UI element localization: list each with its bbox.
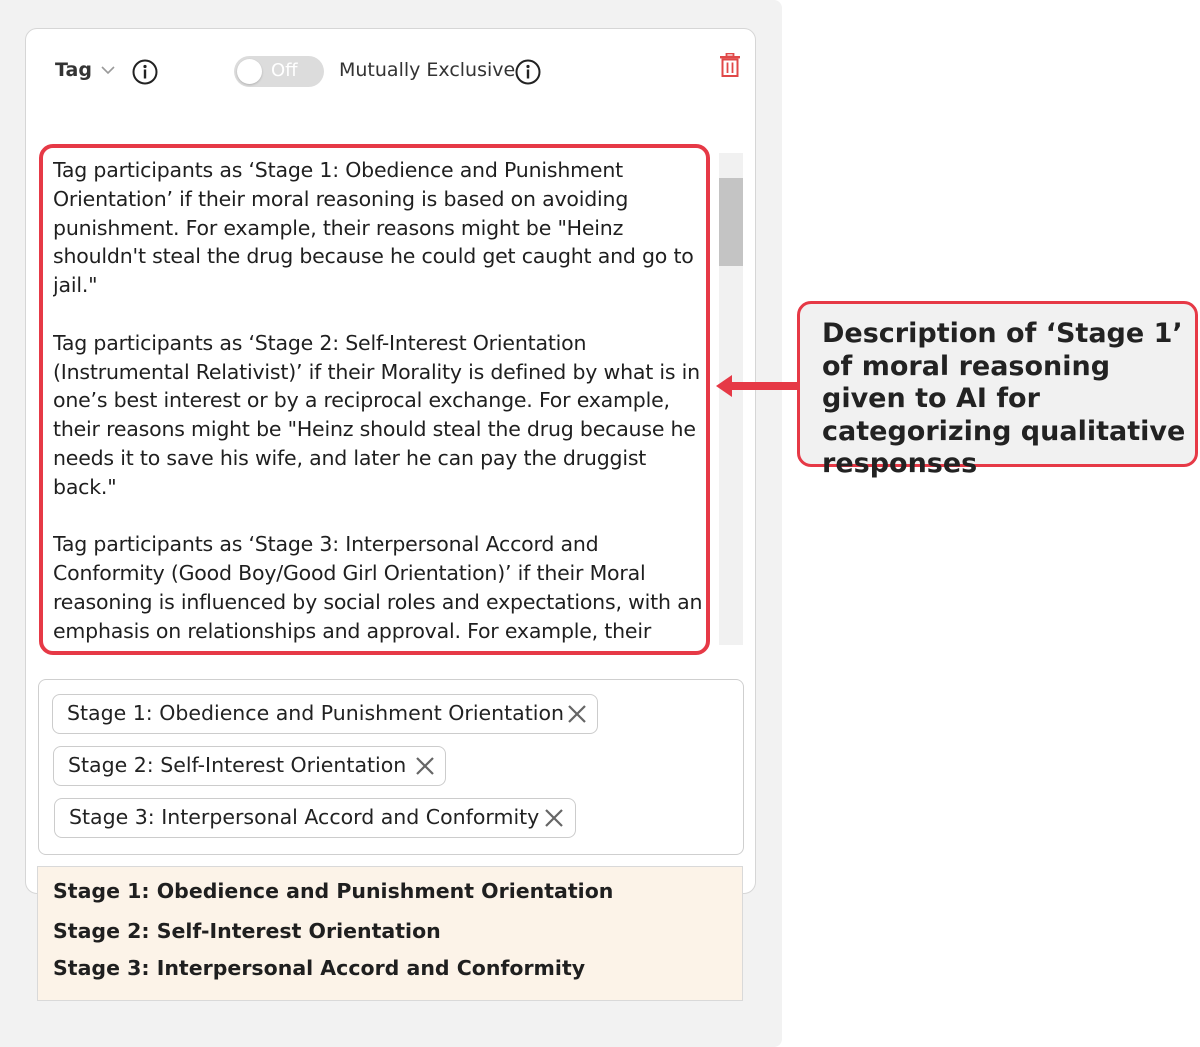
tag-chip: Stage 1: Obedience and Punishment Orient… — [52, 694, 598, 734]
arrow-left-icon — [716, 375, 800, 397]
close-icon[interactable] — [567, 704, 587, 724]
annotation-callout-text: Description of ‘Stage 1’ of moral reason… — [822, 318, 1186, 479]
info-icon[interactable] — [515, 59, 541, 85]
summary-item: Stage 3: Interpersonal Accord and Confor… — [53, 956, 586, 980]
summary-item: Stage 1: Obedience and Punishment Orient… — [53, 879, 614, 903]
tag-card-header: Tag Off Mutually Exclusive — [26, 29, 755, 119]
close-icon[interactable] — [544, 808, 564, 828]
scrollbar-thumb[interactable] — [719, 178, 743, 266]
mutually-exclusive-toggle[interactable]: Off — [234, 56, 324, 87]
tag-chip: Stage 3: Interpersonal Accord and Confor… — [54, 798, 576, 838]
summary-item: Stage 2: Self-Interest Orientation — [53, 919, 441, 943]
tag-description-textarea[interactable]: Tag participants as ‘Stage 1: Obedience … — [39, 144, 710, 655]
tag-type-label[interactable]: Tag — [55, 59, 92, 81]
tag-summary-list: Stage 1: Obedience and Punishment Orient… — [37, 866, 743, 1001]
toggle-state-label: Off — [271, 60, 298, 81]
tag-chip-label: Stage 1: Obedience and Punishment Orient… — [67, 701, 564, 725]
toggle-knob — [237, 59, 262, 84]
page: Tag Off Mutually Exclusive Tag participa… — [0, 0, 1200, 1047]
tag-chip: Stage 2: Self-Interest Orientation — [53, 746, 446, 786]
trash-icon[interactable] — [719, 53, 741, 77]
chevron-down-icon[interactable] — [101, 63, 115, 77]
mutually-exclusive-label: Mutually Exclusive — [339, 59, 516, 81]
info-icon[interactable] — [132, 59, 158, 85]
annotation-callout: Description of ‘Stage 1’ of moral reason… — [797, 301, 1198, 479]
tag-description-text[interactable]: Tag participants as ‘Stage 1: Obedience … — [53, 156, 708, 650]
tag-editor-panel: Tag Off Mutually Exclusive Tag participa… — [0, 0, 782, 1047]
tag-chips-input[interactable]: Stage 1: Obedience and Punishment Orient… — [38, 679, 744, 855]
close-icon[interactable] — [415, 756, 435, 776]
tag-chip-label: Stage 2: Self-Interest Orientation — [68, 753, 407, 777]
tag-chip-label: Stage 3: Interpersonal Accord and Confor… — [69, 805, 540, 829]
tag-card: Tag Off Mutually Exclusive Tag participa… — [25, 28, 756, 894]
